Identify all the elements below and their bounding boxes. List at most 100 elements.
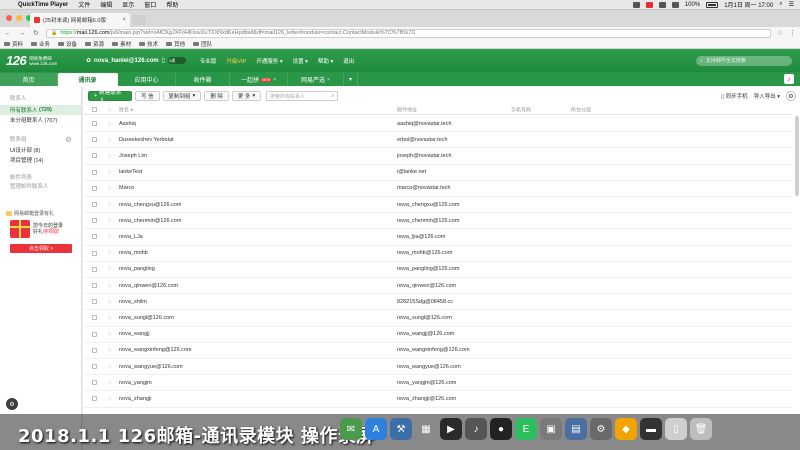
contact-email[interactable]: nova_ljia@126.com: [397, 234, 445, 240]
link-settings[interactable]: 设置 ▾: [293, 57, 308, 65]
select-all-checkbox[interactable]: [92, 107, 97, 112]
tab-more-dropdown[interactable]: ▾: [344, 73, 358, 86]
notification-icon[interactable]: ☰: [789, 1, 794, 8]
star-icon[interactable]: ☆: [107, 201, 112, 208]
star-icon[interactable]: ☆: [107, 250, 112, 257]
table-row[interactable]: ☆ nova_yangjm nova_yangjm@126.com: [83, 375, 792, 392]
tab-home[interactable]: 首页: [0, 73, 58, 86]
qq-icon[interactable]: ●: [490, 418, 512, 440]
menu-file[interactable]: 文件: [78, 0, 90, 9]
contact-email[interactable]: joseph@novastar.tech: [397, 153, 452, 159]
table-row[interactable]: ☆ nova_chenmin@126.com nova_chenmin@126.co…: [83, 213, 792, 230]
contact-email[interactable]: aashiq@novastar.tech: [397, 121, 452, 127]
tray-app-icon[interactable]: [632, 1, 640, 8]
keynote-icon[interactable]: ▤: [565, 418, 587, 440]
close-window-icon[interactable]: [6, 15, 12, 21]
scrollbar[interactable]: [795, 116, 799, 196]
contact-name[interactable]: Aashiq: [119, 121, 136, 127]
terminal-icon[interactable]: ▬: [640, 418, 662, 440]
menu-clock[interactable]: 1月1日 周一 17:00: [724, 0, 773, 9]
sync-phone-button[interactable]: ▯ 同步手机: [721, 92, 748, 100]
row-checkbox[interactable]: [92, 218, 97, 224]
bookmark-folder[interactable]: 业务: [31, 40, 50, 48]
browser-menu-icon[interactable]: ⋮: [789, 29, 796, 37]
tab-inbox[interactable]: 收件箱: [176, 73, 230, 86]
contact-email[interactable]: i@lanke.net: [397, 169, 426, 175]
assistant-icon[interactable]: ⚙: [6, 398, 18, 410]
contact-email[interactable]: nova_sungl@126.com: [397, 315, 452, 321]
contact-name[interactable]: nova_wangxinfeng@126.com: [119, 347, 192, 353]
contact-name[interactable]: nova_yangjm: [119, 380, 152, 386]
header-email[interactable]: 邮件地址: [397, 106, 417, 113]
gear-icon[interactable]: ⚙: [786, 91, 796, 101]
new-contact-button[interactable]: + 新建联系人: [88, 90, 132, 104]
notify-toggle[interactable]: 0通: [167, 57, 186, 64]
bookmark-folder[interactable]: 技术: [139, 40, 158, 48]
sidebar-item-ungrouped[interactable]: 未分组联系人 (707): [0, 115, 81, 125]
table-row[interactable]: ☆ nova_wangxinfeng@126.com nova_wangxinfen…: [83, 343, 792, 359]
star-icon[interactable]: ☆: [107, 282, 112, 289]
music-icon[interactable]: ♪: [784, 74, 794, 84]
table-row[interactable]: ☆ nova_sungl@126.com nova_sungl@126.com: [83, 310, 792, 327]
row-checkbox[interactable]: [92, 185, 97, 191]
row-checkbox[interactable]: [92, 266, 97, 272]
sidebar-item-group-ui[interactable]: UI设计部 (8): [0, 145, 81, 155]
contact-email[interactable]: nova_pangling@126.com: [397, 266, 459, 272]
sidebar-item-group-pm[interactable]: 项目管理 (14): [0, 155, 81, 165]
bookmark-folder[interactable]: 素材: [112, 40, 131, 48]
table-row[interactable]: ☆ nova_wangyue@126.com nova_wangyue@126.co…: [83, 359, 792, 376]
contact-name[interactable]: nova_chenmin@126.com: [119, 218, 181, 224]
row-checkbox[interactable]: [92, 234, 97, 240]
contact-email[interactable]: erbol@novastar.tech: [397, 137, 448, 143]
contact-name[interactable]: Marco: [119, 185, 134, 191]
trash-icon[interactable]: 🗑: [690, 418, 712, 440]
tab-contacts[interactable]: 通讯录: [58, 73, 118, 86]
quicktime-icon[interactable]: ▶: [440, 418, 462, 440]
write-mail-button[interactable]: 写 信: [135, 91, 160, 101]
star-icon[interactable]: ☆: [107, 266, 112, 273]
url-input[interactable]: 🔒 https://mail.126.com/js6/main.jsp?sid=…: [46, 28, 771, 38]
row-checkbox[interactable]: [92, 169, 97, 175]
star-icon[interactable]: ☆: [107, 217, 112, 224]
browser-tab[interactable]: (25封未读) 网易邮箱6.0版 ×: [30, 13, 130, 27]
contact-name[interactable]: nova_wangyue@126.com: [119, 364, 183, 370]
battery-icon[interactable]: [706, 1, 719, 8]
header-phone[interactable]: 手机号码: [511, 106, 531, 113]
sketch-icon[interactable]: ◆: [615, 418, 637, 440]
table-row[interactable]: ☆ lankeTest i@lanke.net: [83, 165, 792, 181]
table-row[interactable]: ☆ Dusseke­shev Yerbolat erbol@novastar.tec…: [83, 132, 792, 149]
star-icon[interactable]: ☆: [107, 331, 112, 338]
mail-search-input[interactable]: ⌕ 支持邮件全文搜索: [696, 55, 792, 66]
table-row[interactable]: ☆ nova_chengxu@126.com nova_chengxu@126.co…: [83, 197, 792, 214]
tab-app-center[interactable]: 应用中心: [118, 73, 176, 86]
menu-window[interactable]: 窗口: [144, 0, 156, 9]
table-row[interactable]: ☆ nova_LJa nova_ljia@126.com: [83, 229, 792, 246]
menu-edit[interactable]: 编辑: [100, 0, 112, 9]
table-row[interactable]: ☆ Marco marco@novastar.tech: [83, 181, 792, 197]
contact-name[interactable]: nova_qinwen@126.com: [119, 283, 178, 289]
contact-email[interactable]: nova_wangjj@126.com: [397, 331, 454, 337]
phone-icon[interactable]: ▯: [162, 57, 165, 64]
sidebar-item-all-contacts[interactable]: 所有联系人 (729): [0, 105, 81, 115]
table-row[interactable]: ☆ nova_shilm 828215Sdg@08458.cc: [83, 294, 792, 311]
link-help[interactable]: 帮助 ▾: [318, 57, 333, 65]
star-icon[interactable]: ☆: [107, 136, 112, 143]
import-export-button[interactable]: 导入导出 ▾: [754, 92, 780, 100]
row-checkbox[interactable]: [92, 396, 97, 402]
volume-icon[interactable]: [671, 1, 679, 8]
contact-name[interactable]: nova_zhangji: [119, 396, 151, 402]
bookmark-star-icon[interactable]: ☆: [777, 29, 783, 37]
mail-logo[interactable]: 126 网易免费邮 www.126.com: [0, 53, 78, 68]
xcode-icon[interactable]: ⚒: [390, 418, 412, 440]
contact-email[interactable]: 828215Sdg@08458.cc: [397, 299, 453, 305]
contact-name[interactable]: nova_mohb: [119, 250, 148, 256]
contact-name[interactable]: nova_chengxu@126.com: [119, 202, 181, 208]
login-reward-ad[interactable]: 网易邮箱登录有礼 您今日的登录 好礼待领取! 点击领取 >: [6, 210, 76, 258]
table-row[interactable]: ☆ nova_pangling nova_pangling@126.com: [83, 262, 792, 278]
contact-name[interactable]: Joseph Lim: [119, 153, 147, 159]
link-pro[interactable]: 专业版: [200, 57, 217, 65]
row-checkbox[interactable]: [92, 299, 97, 305]
evernote-icon[interactable]: E: [515, 418, 537, 440]
table-row[interactable]: ☆ nova_mohb nova_mohb@126.com: [83, 246, 792, 262]
table-row[interactable]: ☆ nova_qinwen@126.com nova_qinwen@126.com: [83, 278, 792, 295]
